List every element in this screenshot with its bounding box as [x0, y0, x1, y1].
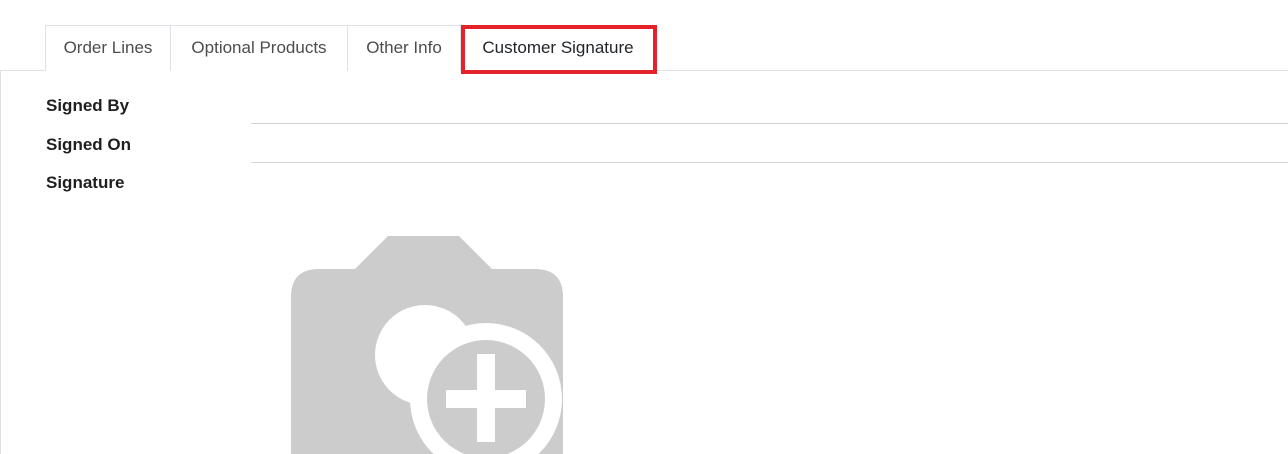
sheet-left-border: [0, 70, 1, 454]
tab-order-lines[interactable]: Order Lines: [45, 25, 171, 71]
signed-on-input[interactable]: [251, 139, 1288, 163]
signed-on-label: Signed On: [46, 135, 131, 154]
signature-upload-button[interactable]: [290, 235, 564, 454]
signature-label: Signature: [46, 173, 125, 192]
signed-by-input[interactable]: [251, 100, 1288, 124]
tab-other-info[interactable]: Other Info: [348, 25, 461, 71]
tab-customer-signature[interactable]: Customer Signature: [461, 25, 656, 72]
tab-optional-products[interactable]: Optional Products: [171, 25, 348, 71]
notebook-tabs: Order Lines Optional Products Other Info…: [0, 25, 1288, 72]
signed-by-label: Signed By: [46, 96, 130, 115]
camera-plus-icon: [291, 236, 563, 454]
